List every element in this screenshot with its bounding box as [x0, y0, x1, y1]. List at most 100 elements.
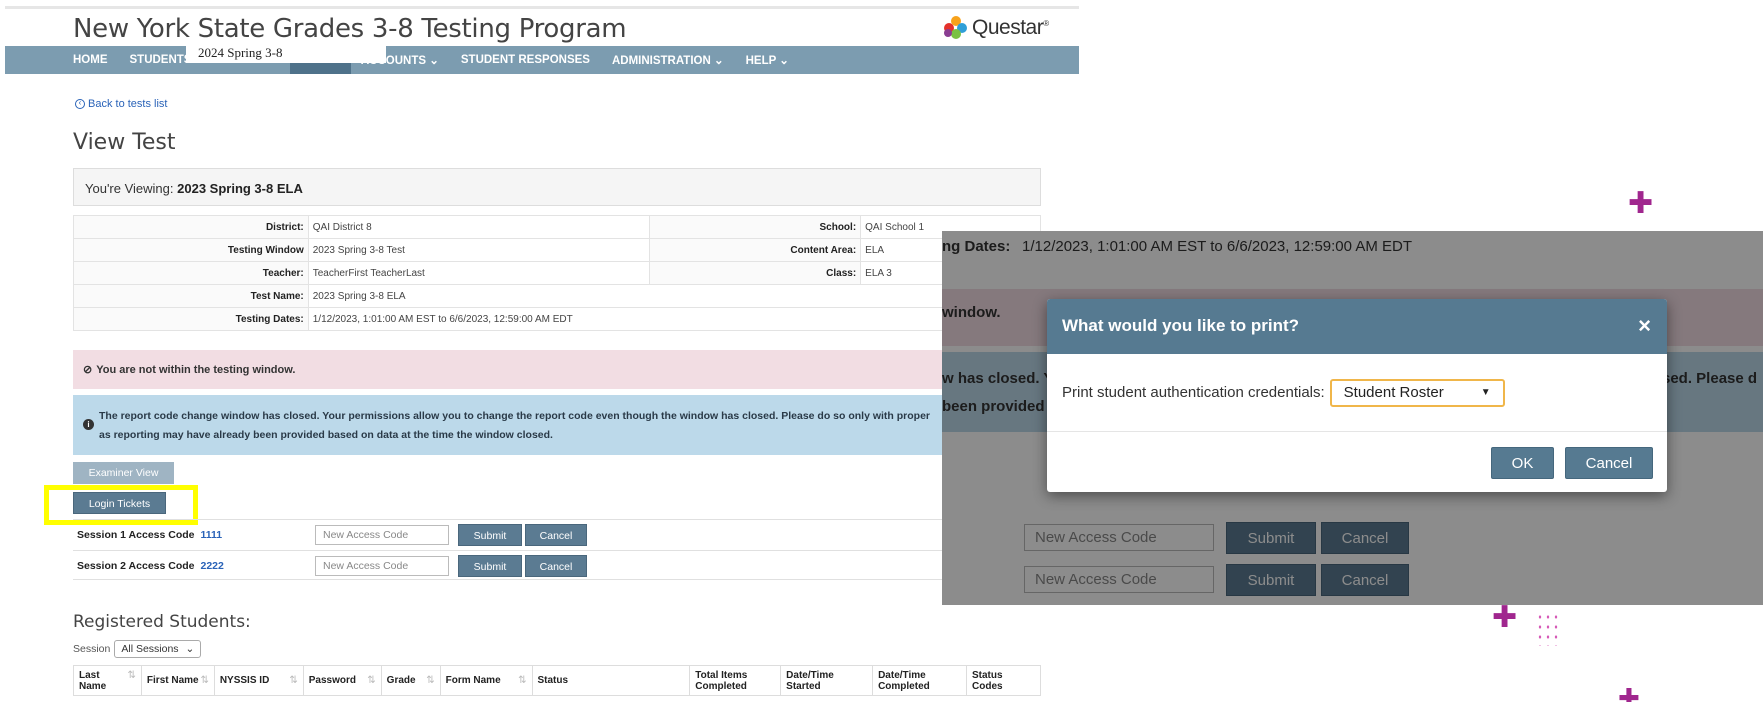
registered-students-title: Registered Students: — [73, 612, 251, 632]
top-divider — [5, 6, 1079, 9]
session-2-cancel-button[interactable]: Cancel — [525, 555, 587, 577]
students-table: ⇅ Last Name ⇅ First Name ⇅ NYSSIS ID ⇅ Passw… — [73, 665, 1041, 696]
print-dialog-title: What would you like to print? — [1062, 316, 1300, 335]
col-status-codes-label: Status Codes — [972, 669, 1003, 692]
not-in-window-text: You are not within the testing window. — [96, 363, 296, 376]
report-code-line-1: The report code change window has closed… — [99, 410, 931, 422]
school-label: School: — [649, 215, 862, 239]
viewing-banner: You're Viewing: 2023 Spring 3-8 ELA — [73, 168, 1041, 206]
col-first-name-label: First Name — [146, 675, 199, 686]
testing-dates-value: 1/12/2023, 1:01:00 AM EST to 6/6/2023, 1… — [307, 307, 1042, 331]
session-2-code: 2222 — [200, 560, 224, 572]
col-nyssis-id[interactable]: ⇅ NYSSIS ID — [213, 665, 304, 696]
plus-decoration-icon: ✚ — [1618, 684, 1640, 702]
nav-help[interactable]: HELP ⌄ — [746, 53, 789, 67]
col-status: Status — [531, 665, 691, 696]
testing-window-value: 2023 Spring 3-8 Test — [307, 238, 651, 262]
info-icon: i — [83, 419, 94, 430]
ok-button[interactable]: OK — [1491, 447, 1554, 479]
col-status-label: Status — [537, 675, 569, 686]
district-value: QAI District 8 — [307, 215, 651, 239]
students-header-row: ⇅ Last Name ⇅ First Name ⇅ NYSSIS ID ⇅ Passw… — [73, 665, 1041, 696]
session-1-code: 1111 — [200, 529, 223, 541]
sort-icon: ⇅ — [426, 675, 435, 686]
back-to-tests-link[interactable]: ‹ Back to tests list — [75, 98, 167, 110]
info-row: Teacher: TeacherFirst TeacherLast Class:… — [73, 261, 1041, 285]
chevron-down-icon: ⌄ — [185, 643, 195, 655]
main-navbar: HOME STUDENTS CLASSES TESTS ACCOUNTS ⌄ S… — [5, 46, 1079, 74]
report-code-alert: i The report code change window has clos… — [73, 395, 1041, 455]
print-dialog-body: Print student authentication credentials… — [1047, 354, 1667, 432]
col-date-started: Date/Time Started — [780, 665, 874, 696]
col-grade-label: Grade — [386, 675, 416, 686]
dots-decoration — [1536, 612, 1562, 646]
back-link-label: Back to tests list — [88, 98, 168, 110]
col-password[interactable]: ⇅ Password — [302, 665, 382, 696]
page-title: View Test — [73, 130, 176, 155]
session-1-access-code-input[interactable]: New Access Code — [315, 525, 449, 545]
col-grade[interactable]: ⇅ Grade — [380, 665, 441, 696]
col-date-completed-label: Date/Time Completed — [878, 669, 930, 692]
stage: New York State Grades 3-8 Testing Progra… — [0, 0, 1763, 702]
close-icon[interactable]: × — [1638, 313, 1651, 339]
session-filter-value: All Sessions — [121, 643, 179, 655]
teacher-label: Teacher: — [73, 261, 309, 285]
nav-students[interactable]: STUDENTS — [130, 54, 192, 66]
district-label: District: — [73, 215, 309, 239]
cancel-button[interactable]: Cancel — [1565, 447, 1653, 479]
main-page: New York State Grades 3-8 Testing Progra… — [0, 0, 1080, 702]
col-password-label: Password — [308, 675, 356, 686]
print-type-select[interactable]: Student Roster ▼ — [1329, 378, 1505, 407]
print-credentials-label: Print student authentication credentials… — [1062, 384, 1325, 401]
test-info-table: District: QAI District 8 School: QAI Sch… — [73, 215, 1042, 331]
questar-logo-icon — [944, 16, 968, 40]
col-date-completed: Date/Time Completed — [872, 665, 967, 696]
logo-text: Questar — [972, 16, 1044, 39]
test-name-value: 2023 Spring 3-8 ELA — [307, 284, 1042, 308]
session-2-access-code-input[interactable]: New Access Code — [315, 556, 449, 576]
print-dialog: What would you like to print? × Print st… — [1047, 299, 1667, 492]
session-filter-select[interactable]: All Sessions ⌄ — [114, 640, 202, 658]
sort-icon: ⇅ — [518, 675, 527, 686]
session-1-submit-button[interactable]: Submit — [458, 524, 522, 546]
class-label: Class: — [649, 261, 862, 285]
session-2-label: Session 2 Access Code — [77, 560, 195, 572]
test-name-label: Test Name: — [73, 284, 309, 308]
col-total-items: Total Items Completed — [689, 665, 782, 696]
col-form-name-label: Form Name — [445, 675, 501, 686]
zoomed-modal-panel: ng Dates: 1/12/2023, 1:01:00 AM EST to 6… — [942, 231, 1763, 605]
col-status-codes: Status Codes — [966, 665, 1041, 696]
sort-icon: ⇅ — [127, 669, 136, 681]
sort-icon: ⇅ — [200, 675, 209, 686]
nav-home[interactable]: HOME — [73, 54, 108, 66]
not-in-window-alert: ⊘ You are not within the testing window. — [73, 350, 1041, 389]
session-2-submit-button[interactable]: Submit — [458, 555, 522, 577]
nav-student-responses[interactable]: STUDENT RESPONSES — [461, 54, 590, 66]
session-filter: Session All Sessions ⌄ — [73, 640, 202, 658]
info-row: District: QAI District 8 School: QAI Sch… — [73, 215, 1041, 239]
col-first-name[interactable]: ⇅ First Name — [140, 665, 215, 696]
col-last-name-label: Last Name — [79, 669, 107, 692]
session-filter-label: Session — [73, 643, 111, 655]
col-last-name[interactable]: ⇅ Last Name — [73, 665, 142, 696]
info-row: Testing Dates: 1/12/2023, 1:01:00 AM EST… — [73, 307, 1042, 331]
testing-window-label: Testing Window — [73, 238, 309, 262]
testing-dates-label: Testing Dates: — [73, 307, 309, 331]
col-total-items-label: Total Items Completed — [695, 669, 748, 692]
back-arrow-icon: ‹ — [75, 99, 85, 109]
examiner-view-button[interactable]: Examiner View — [73, 462, 174, 484]
teacher-value: TeacherFirst TeacherLast — [307, 261, 651, 285]
nav-administration[interactable]: ADMINISTRATION ⌄ — [612, 53, 724, 67]
chevron-down-icon: ▼ — [1480, 387, 1491, 398]
session-1-label: Session 1 Access Code — [77, 529, 195, 541]
logo-registered-mark: ® — [1043, 19, 1049, 28]
session-2-row: Session 2 Access Code 2222 New Access Cod… — [73, 550, 1041, 580]
session-1-row: Session 1 Access Code 1111 New Access Cod… — [73, 519, 1041, 549]
plus-decoration-icon: ✚ — [1628, 186, 1654, 221]
col-form-name[interactable]: ⇅ Form Name — [439, 665, 533, 696]
print-dialog-footer: OK Cancel — [1047, 432, 1667, 492]
info-row: Testing Window 2023 Spring 3-8 Test Cont… — [73, 238, 1041, 262]
ban-icon: ⊘ — [83, 364, 93, 376]
col-nyssis-id-label: NYSSIS ID — [219, 675, 270, 686]
session-1-cancel-button[interactable]: Cancel — [525, 524, 587, 546]
